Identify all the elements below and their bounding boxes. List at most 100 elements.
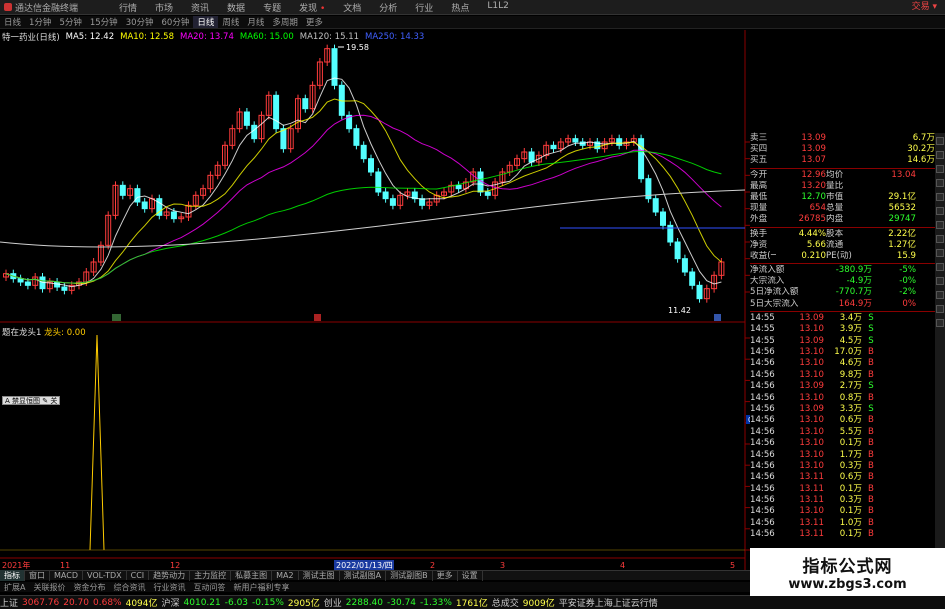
candle-body (61, 286, 68, 291)
candle-body (550, 144, 557, 150)
stat-cell: 29747 (888, 214, 916, 225)
period-tab[interactable]: 15分钟 (86, 16, 122, 28)
indicator-tab[interactable]: 窗口 (25, 570, 50, 581)
indicator-tab[interactable]: 测试主图 (299, 570, 340, 581)
stat-cell: 股本 (826, 228, 844, 239)
date-axis-label: 3 (500, 561, 505, 570)
tick-row: 14:56 13.11 1.0万 B (750, 518, 935, 529)
flow-label: 净流入额 (750, 265, 785, 276)
menu-item[interactable]: 文档 (334, 1, 370, 14)
menu-bar: 通达信金融终端 行情 市场 资讯 数据 专题 发现 • 文档 分析 行业 热点 L1L2 交易 ▾ (0, 0, 945, 15)
toolbar-tool-icon[interactable] (936, 291, 944, 299)
stat-cell: 26785 (798, 214, 826, 225)
toolbar-tool-icon[interactable] (936, 305, 944, 313)
tick-row: 14:56 13.10 17.0万 B (750, 347, 935, 358)
menu-item[interactable]: 资讯 (182, 1, 218, 14)
candle-body (273, 94, 280, 130)
extension-tab[interactable]: 扩展A (0, 582, 29, 593)
menu-item[interactable]: 发现 • (290, 1, 334, 14)
period-tab[interactable]: 1分钟 (25, 16, 55, 28)
stat-row: 今开 12.96 均价 13.04 (750, 170, 935, 181)
menu-item[interactable]: 市场 (146, 1, 182, 14)
toolbar-tool-icon[interactable] (936, 165, 944, 173)
indicator-tab[interactable]: 主力监控 (190, 570, 232, 581)
stat-cell: 12.70 (801, 191, 826, 202)
period-tab[interactable]: 日线 (0, 16, 25, 28)
event-marker-icon[interactable] (714, 314, 721, 321)
indicator-tab[interactable]: CCI (127, 571, 150, 580)
toolbar-tool-icon[interactable] (936, 235, 944, 243)
indicator-tab[interactable]: MA2 (272, 571, 299, 580)
quote-volume: 6.7万 (912, 133, 935, 143)
candle-body (119, 184, 126, 196)
toolbar-tool-icon[interactable] (936, 179, 944, 187)
indicator-tab[interactable]: 测试副图B (386, 570, 433, 581)
watermark: 指标公式网 www.zbgs3.com (750, 548, 945, 596)
tick-row: 14:56 13.10 9.8万 B (750, 370, 935, 381)
candle-body (660, 211, 666, 226)
period-tab[interactable]: 多周期 (268, 16, 302, 28)
indicator-tab[interactable]: MACD (50, 571, 83, 580)
tick-price: 13.09 (799, 403, 824, 414)
menu-item[interactable]: 数据 (218, 1, 254, 14)
indicator-toggle-button[interactable]: A 禁显恒图 ✎ 关 (2, 396, 61, 405)
tick-volume: 0.1万 (839, 529, 862, 540)
period-tab[interactable]: 月线 (243, 16, 268, 28)
menu-item[interactable]: 专题 (254, 1, 290, 14)
indicator-tab[interactable]: VOL-TDX (83, 571, 127, 580)
period-tab[interactable]: 周线 (218, 16, 243, 28)
period-bar: 日线 1分钟 5分钟 15分钟 30分钟 60分钟 日线 周线 月线 多周期 更多 (0, 16, 945, 29)
status-item: 4010.21 (183, 597, 221, 608)
trading-app: 通达信金融终端 行情 市场 资讯 数据 专题 发现 • 文档 分析 行业 热点 L1L2 交易 ▾ … (0, 0, 945, 609)
period-tab[interactable]: 60分钟 (158, 16, 194, 28)
menu-item[interactable]: 行情 (110, 1, 146, 14)
toolbar-tool-icon[interactable] (936, 207, 944, 215)
period-tab[interactable]: 更多 (302, 16, 327, 28)
flow-row: 5日大宗流入 164.9万 0% (750, 299, 935, 310)
toolbar-tool-icon[interactable] (936, 263, 944, 271)
extension-tab[interactable]: 综合资讯 (109, 582, 149, 593)
extension-tab[interactable]: 互动问答 (189, 582, 229, 593)
tick-time: 14:55 (750, 312, 775, 323)
indicator-tab[interactable]: 设置 (458, 570, 483, 581)
tick-row: 14:56 13.11 0.6万 B (750, 472, 935, 483)
toolbar-tool-icon[interactable] (936, 277, 944, 285)
trade-menu[interactable]: 交易 ▾ (912, 0, 937, 15)
toolbar-tool-icon[interactable] (936, 151, 944, 159)
toolbar-tool-icon[interactable] (936, 193, 944, 201)
event-marker-icon[interactable] (314, 314, 321, 321)
stat-cell: 净资 (750, 239, 768, 250)
menu-item[interactable]: 热点 (442, 1, 478, 14)
indicator-tab[interactable]: 测试副图A (340, 570, 387, 581)
extension-tab[interactable]: 新用户福利专享 (229, 582, 293, 593)
extension-tab[interactable]: 资金分布 (69, 582, 109, 593)
status-item: 创业 (323, 599, 342, 609)
quote-label: 买四 (750, 144, 768, 155)
extension-tab[interactable]: 关联报价 (29, 582, 69, 593)
menu-item[interactable]: L1L2 (478, 1, 517, 14)
period-tab[interactable]: 5分钟 (55, 16, 85, 28)
menu-item[interactable]: 行业 (406, 1, 442, 14)
tick-time: 14:56 (750, 472, 775, 483)
indicator-tab[interactable]: 指标 (0, 570, 25, 581)
flow-value: -4.9万 (846, 276, 872, 287)
menu-item[interactable]: 分析 (370, 1, 406, 14)
tick-direction: B (868, 449, 874, 460)
stat-row: 收益(一) 0.210PE(动) 15.9 (750, 251, 935, 262)
event-marker-icon[interactable] (112, 314, 121, 321)
toolbar-tool-icon[interactable] (936, 137, 944, 145)
toolbar-tool-icon[interactable] (936, 319, 944, 327)
toolbar-tool-icon[interactable] (936, 249, 944, 257)
menu-items: 行情 市场 资讯 数据 专题 发现 • 文档 分析 行业 热点 L1L2 (110, 1, 518, 14)
kline-chart[interactable]: 16.5016.0015.5015.0014.5014.0013.5013.00… (0, 30, 750, 570)
extension-tab[interactable]: 行业资讯 (149, 582, 189, 593)
stat-cell: 总量 (826, 203, 844, 214)
period-tab[interactable]: 日线 (193, 16, 219, 28)
indicator-tab[interactable]: 趋势动力 (149, 570, 191, 581)
period-tab[interactable]: 30分钟 (122, 16, 158, 28)
indicator-tab[interactable]: 更多 (433, 570, 458, 581)
indicator-tab[interactable]: 私募主图 (231, 570, 273, 581)
status-item: 2288.40 (345, 597, 384, 608)
toolbar-tool-icon[interactable] (936, 221, 944, 229)
stat-cell: 0.210 (801, 250, 826, 261)
